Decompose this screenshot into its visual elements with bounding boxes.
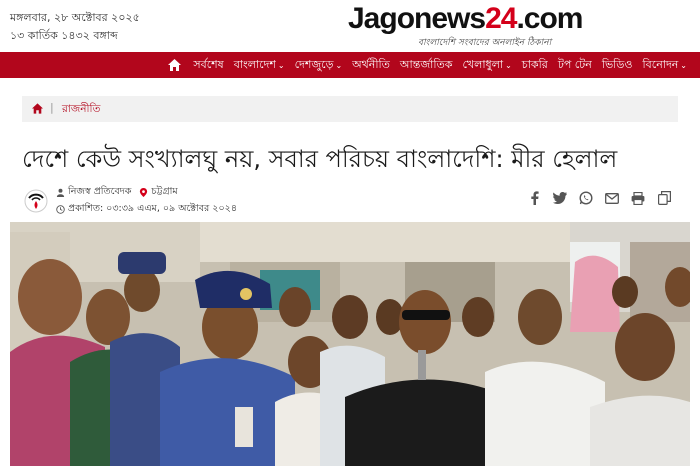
breadcrumb-category[interactable]: রাজনীতি [62, 102, 100, 119]
nav-item-top-ten[interactable]: টপ টেন [553, 56, 597, 75]
article-photo-image [10, 222, 690, 466]
nav-home[interactable] [161, 58, 188, 72]
main-navigation: সর্বশেষ বাংলাদেশ ⌄ দেশজুড়ে ⌄ অর্থনীতি আন্… [0, 52, 700, 78]
twitter-icon [553, 192, 567, 204]
article-byline: নিজস্ব প্রতিবেদক চট্টগ্রাম প্রকাশিত: ০৩:… [22, 184, 682, 218]
nav-item-jobs[interactable]: চাকরি [517, 56, 553, 75]
facebook-share-button[interactable] [522, 186, 546, 210]
author-name[interactable]: নিজস্ব প্রতিবেদক [68, 185, 131, 200]
date-gregorian: মঙ্গলবার, ২৮ অক্টোবর ২০২৫ [10, 11, 140, 24]
location-pin-icon [140, 188, 148, 197]
copy-link-button[interactable] [652, 186, 676, 210]
chevron-down-icon: ⌄ [335, 60, 343, 70]
nav-item-countrywide[interactable]: দেশজুড়ে ⌄ [290, 56, 348, 75]
clock-icon [56, 205, 65, 214]
twitter-share-button[interactable] [548, 186, 572, 210]
home-icon [167, 59, 181, 71]
author-location: চট্টগ্রাম [151, 186, 178, 197]
nav-item-economy[interactable]: অর্থনীতি [347, 56, 395, 75]
email-share-button[interactable] [600, 186, 624, 210]
breadcrumb-separator: | [50, 101, 54, 114]
nav-item-international[interactable]: আন্তর্জাতিক [395, 56, 458, 75]
whatsapp-icon [579, 191, 593, 205]
breadcrumb: | রাজনীতি [22, 96, 678, 122]
nav-item-bangladesh[interactable]: বাংলাদেশ ⌄ [229, 56, 290, 75]
published-time: প্রকাশিত: ০৩:৩৯ এএম, ০৯ অক্টোবর ২০২৪ [68, 203, 237, 214]
chevron-down-icon: ⌄ [680, 60, 687, 70]
chevron-down-icon: ⌄ [277, 60, 285, 70]
home-icon[interactable] [32, 103, 43, 114]
print-icon [631, 191, 645, 205]
whatsapp-share-button[interactable] [574, 186, 598, 210]
nav-item-latest[interactable]: সর্বশেষ [188, 56, 228, 75]
copy-icon [657, 191, 671, 205]
user-icon [56, 188, 65, 197]
site-header: মঙ্গলবার, ২৮ অক্টোবর ২০২৫ ১৩ কার্তিক ১৪৩… [0, 0, 700, 50]
date-bangla: ১৩ কার্তিক ১৪৩২ বঙ্গাব্দ [10, 29, 118, 42]
email-icon [605, 192, 619, 204]
share-bar [520, 186, 676, 210]
nav-item-sports[interactable]: খেলাধুলা ⌄ [457, 56, 516, 75]
print-button[interactable] [626, 186, 650, 210]
nav-item-entertainment[interactable]: বিনোদন ⌄ [638, 56, 693, 75]
article-title: দেশে কেউ সংখ্যালঘু নয়, সবার পরিচয় বাংল… [22, 145, 618, 173]
site-logo[interactable]: Jagonews24.com বাংলাদেশি সংবাদের অনলাইন … [348, 2, 583, 48]
facebook-icon [530, 191, 539, 205]
logo-tagline: বাংলাদেশি সংবাদের অনলাইন ঠিকানা [418, 38, 552, 48]
nav-item-video[interactable]: ভিডিও [597, 56, 638, 75]
chevron-down-icon: ⌄ [505, 60, 512, 70]
author-avatar [24, 189, 48, 213]
article-photo [10, 222, 690, 466]
